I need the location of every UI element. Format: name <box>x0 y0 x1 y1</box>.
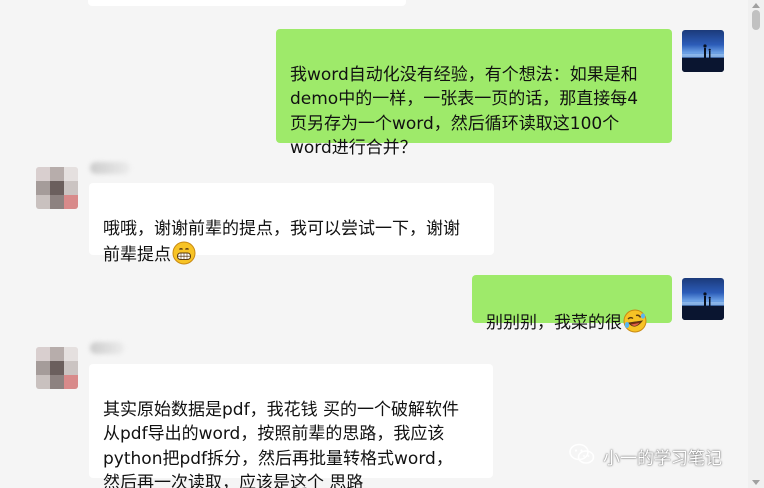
contact-avatar[interactable] <box>36 347 78 389</box>
my-avatar[interactable] <box>682 30 724 72</box>
message-text: 别别别，我菜的很 <box>486 312 622 333</box>
grinning-face-emoji-icon <box>172 241 196 265</box>
contact-avatar[interactable] <box>36 167 78 209</box>
previous-message-bubble[interactable] <box>88 0 406 6</box>
message-text: 我word自动化没有经验，有个想法：如果是和 demo中的一样，一张表一页的话，… <box>290 64 639 159</box>
chat-area: 我word自动化没有经验，有个想法：如果是和 demo中的一样，一张表一页的话，… <box>0 0 748 488</box>
watermark-text: 小一的学习笔记 <box>603 449 722 469</box>
message-bubble-outgoing[interactable]: 别别别，我菜的很 <box>472 275 672 333</box>
my-avatar[interactable] <box>682 278 724 320</box>
wechat-icon <box>569 443 595 470</box>
message-text: 哦哦，谢谢前辈的提点，我可以尝试一下，谢谢 前辈提点 <box>103 218 460 266</box>
contact-name-blurred <box>90 342 124 354</box>
scroll-down-icon[interactable] <box>752 480 760 485</box>
vertical-scrollbar[interactable] <box>748 0 764 488</box>
message-bubble-outgoing[interactable]: 我word自动化没有经验，有个想法：如果是和 demo中的一样，一张表一页的话，… <box>276 29 672 158</box>
scroll-thumb[interactable] <box>752 10 760 30</box>
rolling-laughing-emoji-icon <box>623 309 647 333</box>
message-bubble-incoming[interactable]: 哦哦，谢谢前辈的提点，我可以尝试一下，谢谢 前辈提点 <box>89 183 494 265</box>
contact-name-blurred <box>90 162 130 174</box>
message-text: 其实原始数据是pdf，我花钱 买的一个破解软件 从pdf导出的word，按照前辈… <box>103 399 459 488</box>
watermark: 小一的学习笔记 <box>569 443 722 470</box>
scroll-up-icon[interactable] <box>752 3 760 8</box>
message-bubble-incoming[interactable]: 其实原始数据是pdf，我花钱 买的一个破解软件 从pdf导出的word，按照前辈… <box>89 364 493 488</box>
